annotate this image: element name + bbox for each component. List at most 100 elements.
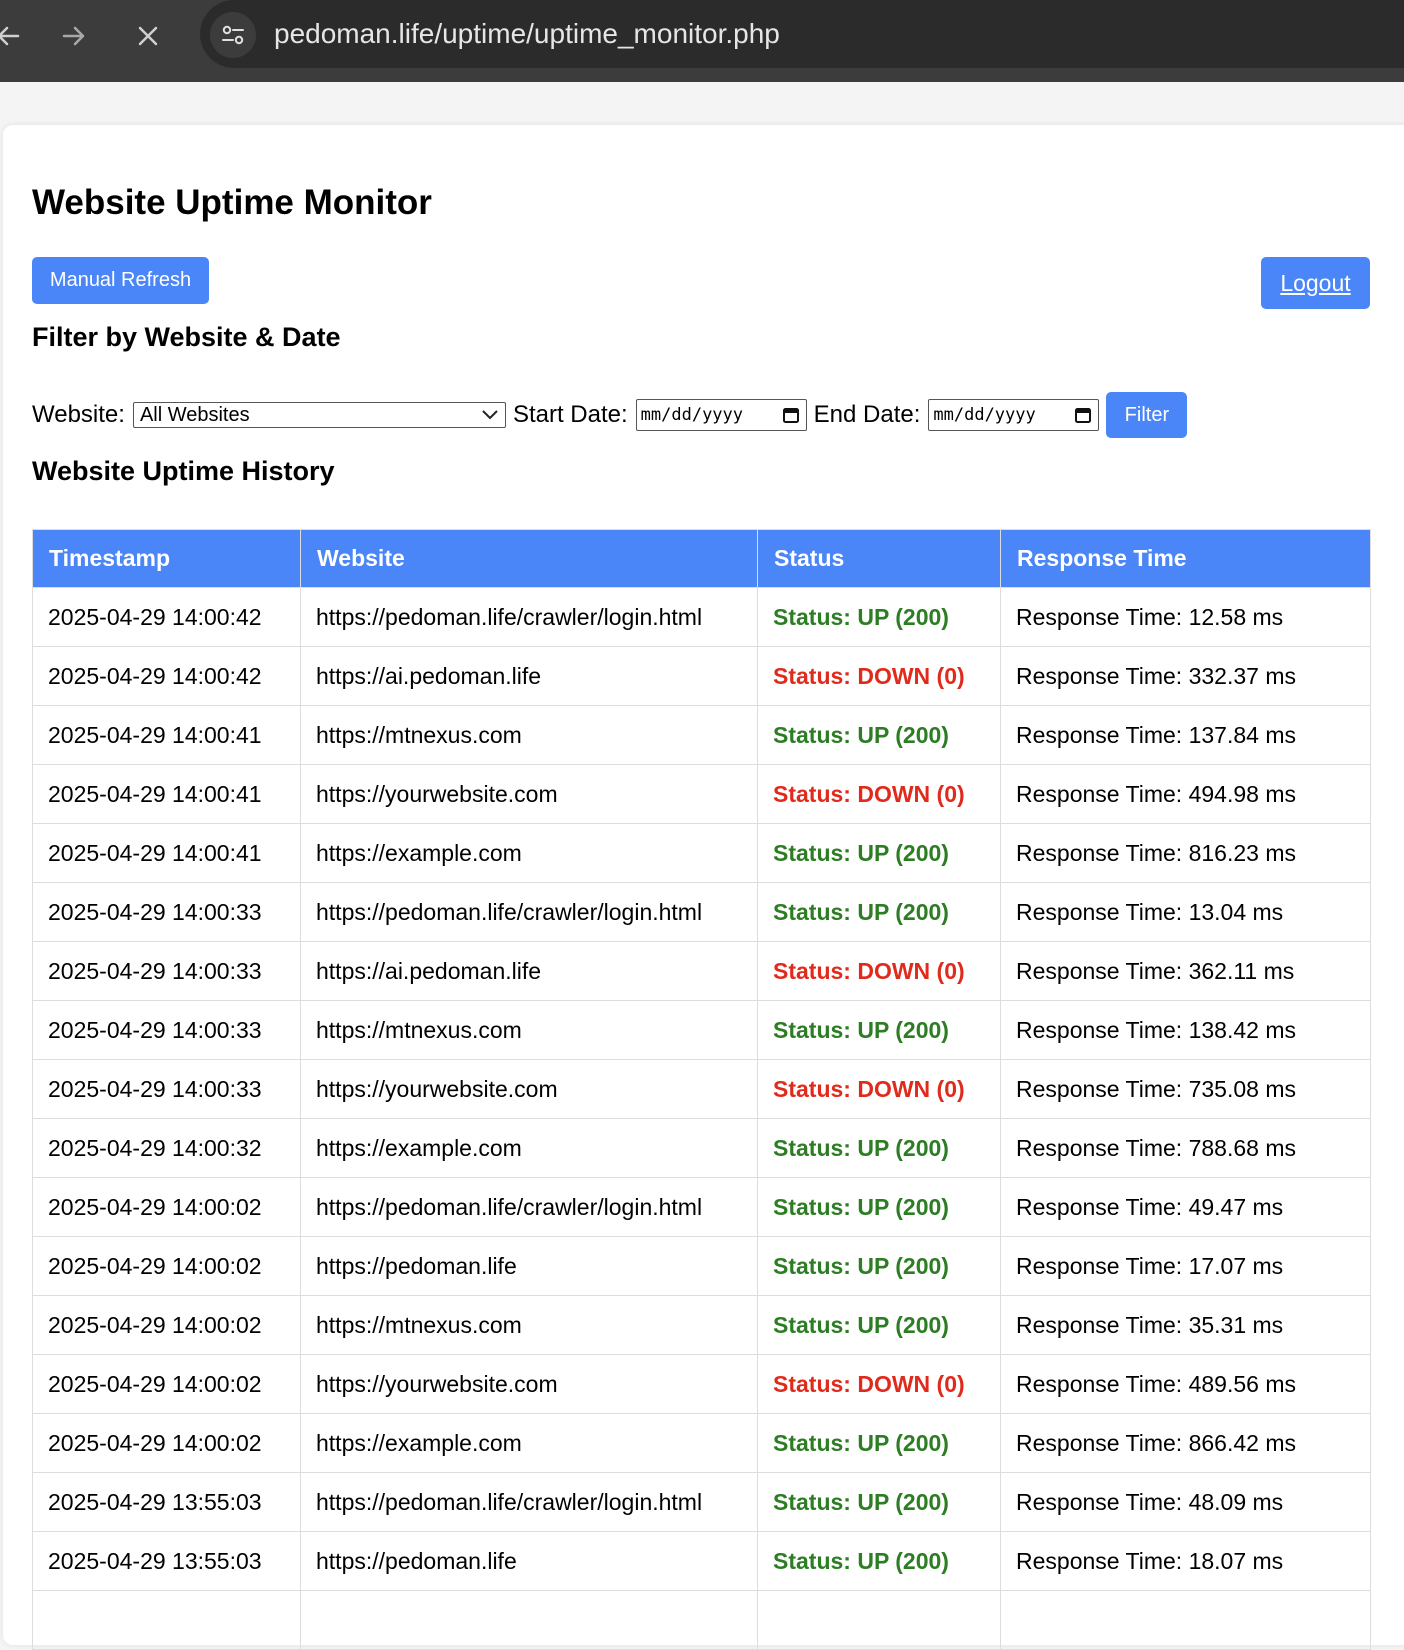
timestamp-cell: 2025-04-29 14:00:32 bbox=[32, 1118, 301, 1178]
table-header-row: Timestamp Website Status Response Time bbox=[32, 529, 1371, 588]
timestamp-cell: 2025-04-29 13:55:03 bbox=[32, 1531, 301, 1591]
response-time-cell: Response Time: 788.68 ms bbox=[1000, 1118, 1371, 1178]
forward-button[interactable] bbox=[52, 14, 96, 58]
timestamp-cell: 2025-04-29 14:00:33 bbox=[32, 1000, 301, 1060]
website-cell: https://mtnexus.com bbox=[300, 705, 758, 765]
table-row: 2025-04-29 14:00:42 https://ai.pedoman.li… bbox=[32, 646, 1371, 706]
response-time-cell: Response Time: 35.31 ms bbox=[1000, 1295, 1371, 1355]
response-time-cell: Response Time: 12.58 ms bbox=[1000, 587, 1371, 647]
column-header-response-time: Response Time bbox=[1000, 529, 1371, 588]
status-cell: Status: UP (200) bbox=[757, 1413, 1001, 1473]
status-cell: Status: UP (200) bbox=[757, 1236, 1001, 1296]
website-cell bbox=[300, 1590, 758, 1650]
status-cell: Status: UP (200) bbox=[757, 1118, 1001, 1178]
status-cell: Status: UP (200) bbox=[757, 1472, 1001, 1532]
status-cell: Status: DOWN (0) bbox=[757, 941, 1001, 1001]
tune-icon bbox=[222, 25, 244, 45]
table-row: 2025-04-29 14:00:41 https://mtnexus.com St… bbox=[32, 705, 1371, 765]
url-text[interactable]: pedoman.life/uptime/uptime_monitor.php bbox=[274, 18, 780, 50]
table-row bbox=[32, 1590, 1371, 1650]
table-row: 2025-04-29 14:00:02 https://example.com St… bbox=[32, 1413, 1371, 1473]
stop-loading-button[interactable] bbox=[126, 14, 170, 58]
website-cell: https://example.com bbox=[300, 823, 758, 883]
timestamp-cell: 2025-04-29 14:00:33 bbox=[32, 941, 301, 1001]
history-heading: Website Uptime History bbox=[32, 456, 335, 486]
website-cell: https://ai.pedoman.life bbox=[300, 646, 758, 706]
status-cell bbox=[757, 1590, 1001, 1650]
table-row: 2025-04-29 14:00:41 https://yourwebsite.c… bbox=[32, 764, 1371, 824]
response-time-cell: Response Time: 48.09 ms bbox=[1000, 1472, 1371, 1532]
close-icon bbox=[138, 26, 158, 46]
timestamp-cell: 2025-04-29 14:00:41 bbox=[32, 764, 301, 824]
table-row: 2025-04-29 14:00:41 https://example.com St… bbox=[32, 823, 1371, 883]
table-row: 2025-04-29 14:00:33 https://yourwebsite.c… bbox=[32, 1059, 1371, 1119]
response-time-cell: Response Time: 49.47 ms bbox=[1000, 1177, 1371, 1237]
website-cell: https://pedoman.life bbox=[300, 1236, 758, 1296]
status-cell: Status: UP (200) bbox=[757, 823, 1001, 883]
response-time-cell: Response Time: 17.07 ms bbox=[1000, 1236, 1371, 1296]
status-cell: Status: DOWN (0) bbox=[757, 1354, 1001, 1414]
column-header-status: Status bbox=[757, 529, 1001, 588]
status-cell: Status: UP (200) bbox=[757, 1531, 1001, 1591]
table-row: 2025-04-29 13:55:03 https://pedoman.life/… bbox=[32, 1472, 1371, 1532]
website-cell: https://pedoman.life/crawler/login.html bbox=[300, 882, 758, 942]
website-cell: https://yourwebsite.com bbox=[300, 764, 758, 824]
website-cell: https://yourwebsite.com bbox=[300, 1059, 758, 1119]
page-title: Website Uptime Monitor bbox=[32, 183, 432, 222]
website-cell: https://pedoman.life/crawler/login.html bbox=[300, 587, 758, 647]
website-cell: https://ai.pedoman.life bbox=[300, 941, 758, 1001]
table-row: 2025-04-29 14:00:33 https://mtnexus.com St… bbox=[32, 1000, 1371, 1060]
timestamp-cell: 2025-04-29 14:00:42 bbox=[32, 646, 301, 706]
browser-toolbar: pedoman.life/uptime/uptime_monitor.php bbox=[0, 0, 1404, 82]
response-time-cell: Response Time: 735.08 ms bbox=[1000, 1059, 1371, 1119]
website-cell: https://pedoman.life/crawler/login.html bbox=[300, 1177, 758, 1237]
status-cell: Status: DOWN (0) bbox=[757, 764, 1001, 824]
website-cell: https://example.com bbox=[300, 1413, 758, 1473]
timestamp-cell: 2025-04-29 14:00:02 bbox=[32, 1236, 301, 1296]
calendar-icon[interactable] bbox=[1074, 406, 1092, 424]
response-time-cell: Response Time: 18.07 ms bbox=[1000, 1531, 1371, 1591]
calendar-icon[interactable] bbox=[782, 406, 800, 424]
website-select-value: All Websites bbox=[139, 403, 250, 426]
response-time-cell bbox=[1000, 1590, 1371, 1650]
timestamp-cell: 2025-04-29 14:00:02 bbox=[32, 1354, 301, 1414]
chevron-down-icon bbox=[482, 410, 498, 420]
table-body: 2025-04-29 14:00:42 https://pedoman.life/… bbox=[32, 587, 1371, 1650]
status-cell: Status: DOWN (0) bbox=[757, 646, 1001, 706]
website-select[interactable]: All Websites bbox=[132, 402, 506, 428]
response-time-cell: Response Time: 489.56 ms bbox=[1000, 1354, 1371, 1414]
website-cell: https://pedoman.life bbox=[300, 1531, 758, 1591]
filter-button[interactable]: Filter bbox=[1106, 392, 1188, 438]
website-label: Website: bbox=[32, 401, 125, 428]
response-time-cell: Response Time: 137.84 ms bbox=[1000, 705, 1371, 765]
address-bar[interactable]: pedoman.life/uptime/uptime_monitor.php bbox=[200, 0, 1404, 68]
table-row: 2025-04-29 14:00:02 https://pedoman.life S… bbox=[32, 1236, 1371, 1296]
site-info-button[interactable] bbox=[210, 12, 256, 58]
start-date-label: Start Date: bbox=[512, 401, 628, 428]
status-cell: Status: UP (200) bbox=[757, 1000, 1001, 1060]
timestamp-cell: 2025-04-29 14:00:33 bbox=[32, 882, 301, 942]
response-time-cell: Response Time: 362.11 ms bbox=[1000, 941, 1371, 1001]
end-date-placeholder: mm/dd/yyyy bbox=[933, 405, 1036, 425]
column-header-timestamp: Timestamp bbox=[32, 529, 301, 588]
column-header-website: Website bbox=[300, 529, 758, 588]
response-time-cell: Response Time: 138.42 ms bbox=[1000, 1000, 1371, 1060]
timestamp-cell: 2025-04-29 14:00:33 bbox=[32, 1059, 301, 1119]
logout-button[interactable]: Logout bbox=[1261, 257, 1370, 309]
timestamp-cell: 2025-04-29 14:00:02 bbox=[32, 1177, 301, 1237]
response-time-cell: Response Time: 494.98 ms bbox=[1000, 764, 1371, 824]
status-cell: Status: UP (200) bbox=[757, 1177, 1001, 1237]
end-date-label: End Date: bbox=[813, 401, 921, 428]
status-cell: Status: UP (200) bbox=[757, 587, 1001, 647]
timestamp-cell: 2025-04-29 14:00:42 bbox=[32, 587, 301, 647]
manual-refresh-button[interactable]: Manual Refresh bbox=[32, 257, 209, 304]
back-button[interactable] bbox=[0, 14, 30, 58]
table-row: 2025-04-29 14:00:02 https://pedoman.life/… bbox=[32, 1177, 1371, 1237]
timestamp-cell: 2025-04-29 14:00:02 bbox=[32, 1413, 301, 1473]
timestamp-cell: 2025-04-29 14:00:02 bbox=[32, 1295, 301, 1355]
start-date-input[interactable]: mm/dd/yyyy bbox=[635, 399, 807, 431]
response-time-cell: Response Time: 866.42 ms bbox=[1000, 1413, 1371, 1473]
end-date-input[interactable]: mm/dd/yyyy bbox=[928, 399, 1100, 431]
filter-form: Website: All Websites Start Date: mm/dd/… bbox=[32, 392, 1188, 438]
table-row: 2025-04-29 14:00:02 https://yourwebsite.c… bbox=[32, 1354, 1371, 1414]
